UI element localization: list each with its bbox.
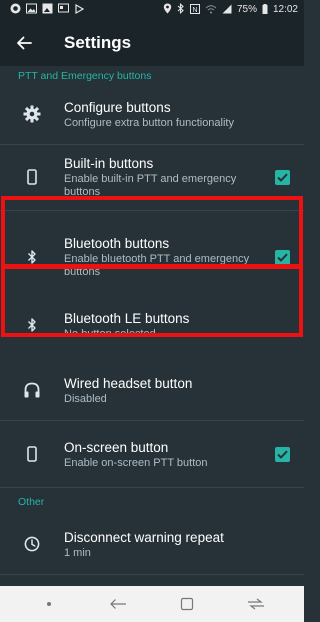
checkbox-checked[interactable]	[274, 446, 290, 462]
recents-icon[interactable]	[167, 586, 207, 622]
item-subtitle: Configure extra button functionality	[64, 116, 234, 129]
configure-buttons-text: Configure buttons Configure extra button…	[64, 99, 304, 130]
configure-buttons-item[interactable]: Configure buttons Configure extra button…	[0, 84, 304, 144]
item-title: Configure buttons	[64, 99, 171, 115]
page-title: Settings	[64, 33, 132, 52]
location-icon	[163, 3, 172, 17]
on-screen-button-checkbox[interactable]	[260, 446, 304, 462]
status-time: 12:02	[272, 4, 298, 15]
phone-icon	[0, 169, 64, 185]
divider	[0, 487, 304, 488]
gallery-icon	[42, 3, 53, 17]
item-subtitle: Disabled	[64, 392, 107, 405]
section-header-ptt: PTT and Emergency buttons	[18, 70, 152, 82]
wired-headset-button-item[interactable]: Wired headset button Disabled	[0, 360, 304, 420]
on-screen-button-text: On-screen button Enable on-screen PTT bu…	[64, 439, 260, 470]
status-left-icons	[10, 3, 85, 17]
settings-list[interactable]: PTT and Emergency buttons Configure butt…	[0, 66, 304, 586]
cast-icon	[58, 3, 69, 17]
check-icon	[276, 450, 288, 459]
image-icon	[26, 3, 37, 17]
item-subtitle: 1 min	[64, 546, 91, 559]
on-screen-button-item[interactable]: On-screen button Enable on-screen PTT bu…	[0, 421, 304, 487]
disconnect-warning-repeat-text: Disconnect warning repeat 1 min	[64, 529, 304, 560]
arrow-left-icon[interactable]	[0, 20, 48, 66]
item-title: Disconnect warning repeat	[64, 529, 224, 545]
app-bar: Settings	[0, 20, 304, 66]
battery-percent: 75%	[236, 4, 257, 15]
item-title: Built-in buttons	[64, 156, 154, 171]
built-in-buttons-checkbox[interactable]	[260, 169, 304, 185]
status-right-icons: N 75% 12:02	[163, 2, 298, 17]
clock-icon	[0, 536, 64, 552]
back-arrow-icon[interactable]	[98, 586, 138, 622]
signal-icon	[222, 4, 232, 17]
headset-icon	[0, 381, 64, 399]
divider	[0, 574, 304, 575]
svg-text:N: N	[192, 7, 197, 14]
status-bar: N 75% 12:02	[0, 0, 304, 20]
battery-icon	[262, 3, 268, 17]
play-icon	[74, 3, 85, 17]
wifi-icon	[205, 4, 217, 17]
wired-headset-button-text: Wired headset button Disabled	[64, 375, 304, 406]
gear-icon	[0, 105, 64, 123]
nav-bar	[0, 586, 304, 622]
highlight-box-bluetooth-le-buttons	[1, 265, 303, 337]
checkbox-checked[interactable]	[274, 169, 290, 185]
item-title: On-screen button	[64, 439, 169, 455]
nfc-icon: N	[189, 3, 200, 17]
item-subtitle: Enable on-screen PTT button	[64, 456, 208, 469]
phone-icon	[0, 446, 64, 462]
disconnect-warning-repeat-item[interactable]: Disconnect warning repeat 1 min	[0, 514, 304, 574]
section-header-other: Other	[18, 496, 45, 508]
item-title: Wired headset button	[64, 375, 193, 391]
check-icon	[276, 173, 288, 182]
built-in-buttons-text: Built-in buttons Enable built-in PTT and…	[64, 155, 260, 199]
overview-icon[interactable]	[236, 586, 276, 622]
dot-icon[interactable]	[29, 586, 69, 622]
highlight-box-bluetooth-buttons	[1, 196, 303, 268]
notification-icon	[10, 3, 21, 17]
bluetooth-status-icon	[177, 2, 185, 17]
